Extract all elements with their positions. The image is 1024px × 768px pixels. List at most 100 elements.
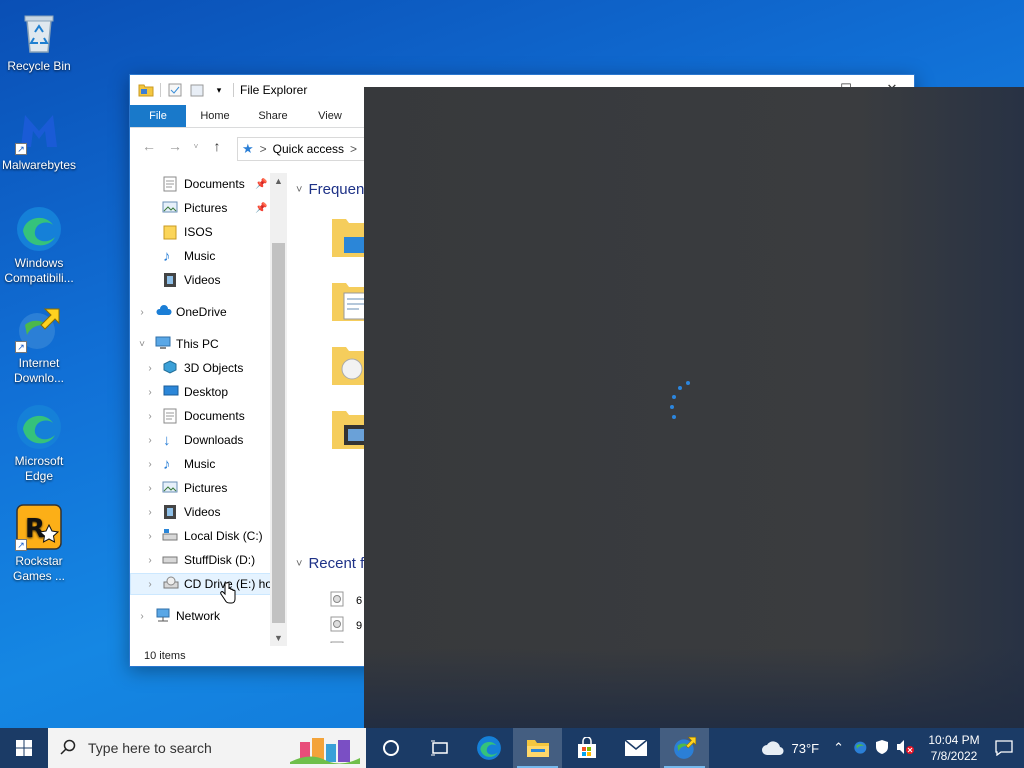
- nav-item-cd-drive-e[interactable]: › CD Drive (E:) hon: [130, 573, 280, 595]
- nav-item-music[interactable]: › ♪ Music: [130, 453, 280, 475]
- cd-drive-icon: [163, 576, 179, 592]
- desktop-icon-recycle-bin[interactable]: Recycle Bin: [2, 8, 76, 74]
- breadcrumb-quick-access[interactable]: Quick access: [273, 142, 344, 156]
- security-shield-icon[interactable]: [872, 739, 892, 758]
- start-button[interactable]: [0, 728, 48, 768]
- chevron-right-icon[interactable]: ›: [144, 411, 156, 422]
- chevron-right-icon[interactable]: ›: [144, 435, 156, 446]
- chevron-right-icon[interactable]: ›: [144, 363, 156, 374]
- back-arrow-icon[interactable]: ←: [140, 138, 158, 154]
- computer-icon: [155, 336, 171, 352]
- pin-icon[interactable]: 📌: [255, 203, 267, 214]
- chevron-right-icon[interactable]: ›: [136, 611, 148, 622]
- nav-item-documents[interactable]: › Documents: [130, 405, 280, 427]
- network-icon: [155, 608, 171, 624]
- nav-item-stuffdisk-d[interactable]: › StuffDisk (D:): [130, 549, 280, 571]
- nav-item-videos-quick[interactable]: Videos: [130, 269, 280, 291]
- pictures-icon: [162, 200, 178, 216]
- download-arrow-icon: ↓: [163, 432, 171, 449]
- desktop-icon-rockstar-games[interactable]: R ↗ Rockstar Games ...: [2, 503, 76, 584]
- nav-item-network[interactable]: › Network: [130, 605, 280, 627]
- nav-item-videos[interactable]: › Videos: [130, 501, 280, 523]
- scroll-thumb[interactable]: [272, 243, 285, 623]
- chevron-right-icon[interactable]: ›: [144, 579, 156, 590]
- task-view-button[interactable]: [415, 728, 464, 768]
- desktop-icon-microsoft-edge[interactable]: Microsoft Edge: [2, 403, 76, 484]
- up-arrow-icon[interactable]: ↑: [208, 138, 226, 154]
- customize-quick-access-icon[interactable]: ▾: [211, 82, 227, 98]
- internet-download-manager-icon: [673, 736, 696, 759]
- properties-icon[interactable]: [167, 82, 183, 98]
- rockstar-games-icon: R ↗: [15, 503, 63, 551]
- tab-view[interactable]: View: [302, 105, 358, 127]
- recent-file-row[interactable]: s: [330, 641, 362, 643]
- taskbar-mail-button[interactable]: [611, 728, 660, 768]
- nav-item-desktop[interactable]: › Desktop: [130, 381, 280, 403]
- nav-item-onedrive[interactable]: › OneDrive: [130, 301, 280, 323]
- group-header-frequent[interactable]: ˅ Frequen: [296, 181, 364, 198]
- separator: [233, 83, 234, 97]
- nav-pane-scrollbar[interactable]: ▲ ▼: [270, 173, 287, 646]
- nav-item-3d-objects[interactable]: › 3D Objects: [130, 357, 280, 379]
- taskbar-edge-button[interactable]: [464, 728, 513, 768]
- weather-temperature: 73°F: [791, 740, 820, 756]
- chevron-down-icon: ˅: [296, 183, 303, 196]
- scroll-down-arrow-icon[interactable]: ▼: [270, 630, 287, 646]
- windows-logo-icon: [16, 740, 32, 756]
- idm-tray-icon[interactable]: [850, 739, 872, 758]
- nav-item-local-disk-c[interactable]: › Local Disk (C:): [130, 525, 280, 547]
- taskbar-file-explorer-button[interactable]: [513, 728, 562, 768]
- taskbar-store-button[interactable]: [562, 728, 611, 768]
- tab-share[interactable]: Share: [244, 105, 302, 127]
- volume-muted-icon[interactable]: [892, 739, 918, 758]
- address-bar[interactable]: ★ > Quick access >: [237, 137, 367, 161]
- chevron-right-icon[interactable]: ›: [144, 483, 156, 494]
- scroll-up-arrow-icon[interactable]: ▲: [270, 173, 287, 189]
- nav-item-pictures[interactable]: › Pictures: [130, 477, 280, 499]
- show-hidden-icons-chevron-icon[interactable]: ⌃: [827, 740, 850, 756]
- chevron-right-icon[interactable]: ›: [144, 459, 156, 470]
- group-header-recent[interactable]: ˅ Recent f: [296, 555, 364, 572]
- document-icon: [163, 176, 179, 192]
- nav-item-downloads[interactable]: › ↓ Downloads: [130, 429, 280, 451]
- taskbar-internet-download-manager-button[interactable]: [660, 728, 709, 768]
- edge-icon: [15, 205, 63, 253]
- clock-time: 10:04 PM: [928, 733, 980, 747]
- new-folder-icon[interactable]: [189, 82, 205, 98]
- malwarebytes-icon: ↗: [15, 107, 63, 155]
- loading-app-window: [364, 87, 1024, 728]
- recent-file-row[interactable]: 9: [330, 616, 362, 635]
- edge-icon: [476, 736, 501, 760]
- forward-arrow-icon[interactable]: →: [166, 138, 184, 154]
- weather-widget[interactable]: 73°F: [753, 740, 827, 756]
- pin-icon[interactable]: 📌: [255, 179, 267, 190]
- chevron-right-icon[interactable]: ›: [144, 531, 156, 542]
- task-view-icon: [430, 740, 448, 756]
- chevron-right-icon[interactable]: ›: [144, 507, 156, 518]
- nav-item-this-pc[interactable]: ˅ This PC: [130, 333, 280, 355]
- chevron-right-icon[interactable]: ›: [144, 387, 156, 398]
- tab-home[interactable]: Home: [186, 105, 244, 127]
- taskbar-search-box[interactable]: Type here to search: [48, 728, 366, 768]
- tab-file[interactable]: File: [130, 105, 186, 127]
- music-icon: ♪: [163, 248, 171, 265]
- videos-icon: [163, 272, 179, 288]
- action-center-button[interactable]: [984, 740, 1024, 756]
- music-icon: ♪: [163, 456, 171, 473]
- nav-item-documents-quick[interactable]: Documents 📌: [130, 173, 280, 195]
- chevron-right-icon[interactable]: ›: [136, 307, 148, 318]
- desktop-icon-windows-compatibility[interactable]: Windows Compatibili...: [2, 205, 76, 286]
- desktop-icon-internet-download-manager[interactable]: ↗ Internet Downlo...: [2, 305, 76, 386]
- desktop-icon-malwarebytes[interactable]: ↗ Malwarebytes: [2, 107, 76, 173]
- recent-locations-chevron-icon[interactable]: ˅: [192, 142, 200, 151]
- chevron-right-icon[interactable]: ›: [144, 555, 156, 566]
- desktop-icon: [163, 384, 179, 400]
- nav-item-pictures-quick[interactable]: Pictures 📌: [130, 197, 280, 219]
- nav-item-isos[interactable]: ISOS: [130, 221, 280, 243]
- chevron-down-icon[interactable]: ˅: [136, 339, 148, 350]
- taskbar-clock[interactable]: 10:04 PM 7/8/2022: [924, 732, 984, 764]
- cortana-button[interactable]: [366, 728, 415, 768]
- cloud-icon: [762, 741, 785, 756]
- nav-item-music-quick[interactable]: ♪ Music: [130, 245, 280, 267]
- recent-file-row[interactable]: 6: [330, 591, 362, 610]
